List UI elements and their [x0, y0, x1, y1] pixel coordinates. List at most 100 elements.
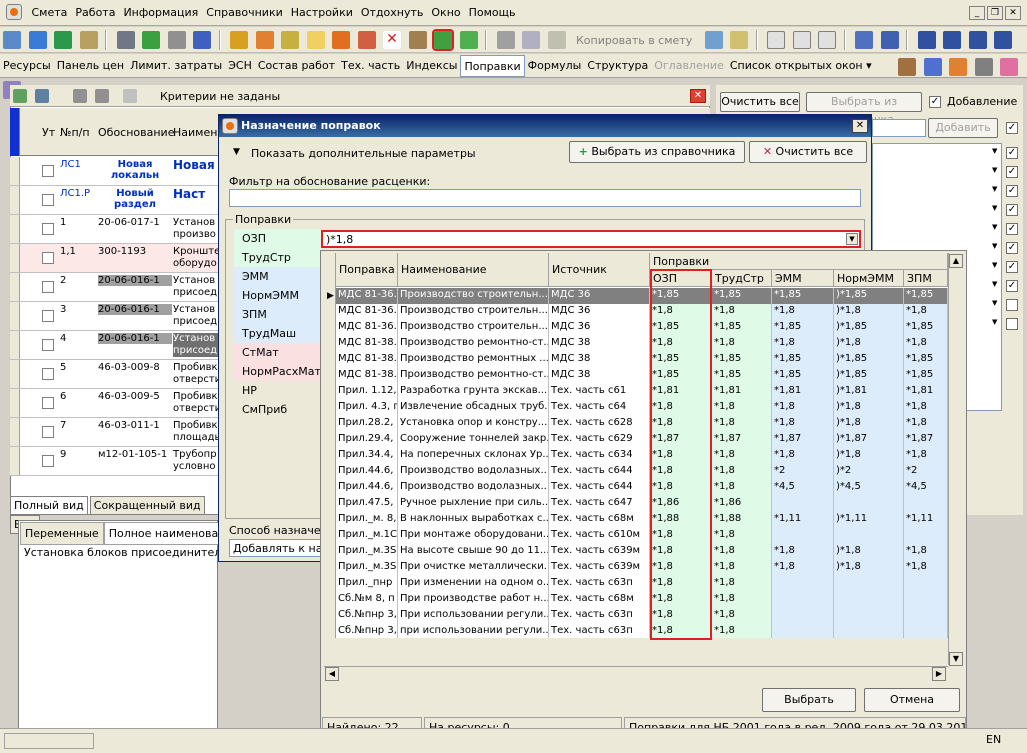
header-trudstr[interactable]: ТрудСтр [712, 270, 772, 287]
table-row[interactable]: Прил._м.3S На высоте свыше 90 до 11... Тех… [336, 544, 948, 560]
paste-estimate-icon[interactable] [730, 31, 749, 49]
correction-type-item[interactable]: ТрудМаш [234, 324, 322, 343]
refresh-icon[interactable] [142, 31, 160, 49]
method-select[interactable]: Добавлять к назн [229, 539, 325, 557]
copy-to-estimate-button[interactable]: Копировать в смету [576, 34, 692, 47]
cancel-button[interactable]: Отмена [864, 688, 960, 712]
scroll-up-icon[interactable]: ▲ [949, 254, 963, 268]
worker-icon[interactable] [949, 58, 968, 76]
row-checkbox[interactable]: ✓ [1006, 122, 1018, 134]
tab-item[interactable]: Индексы [403, 55, 460, 77]
tab-item[interactable]: Поправки [460, 55, 525, 77]
search-icon[interactable] [79, 31, 98, 49]
row-checkbox[interactable]: ✓ [1006, 204, 1018, 216]
dropdown-arrow-icon[interactable]: ▼ [992, 299, 1002, 311]
expand-arrow-icon[interactable]: ▼ [233, 147, 240, 157]
menu-item[interactable]: Отдохнуть [357, 0, 428, 24]
save-icon[interactable] [116, 31, 135, 49]
dropdown-arrow-icon[interactable]: ▼ [992, 318, 1002, 330]
row-checkbox[interactable] [1006, 299, 1018, 311]
table-row[interactable]: МДС 81-38. Производство ремонтно-ст... МДС… [336, 336, 948, 352]
table-row[interactable]: МДС 81-38. Производство ремонтных ... МДС … [336, 352, 948, 368]
close-icon[interactable]: ✕ [852, 119, 868, 133]
table-row[interactable]: Прил. 1.12, Разработка грунта экскав... Те… [336, 384, 948, 400]
menu-item[interactable]: Смета [28, 0, 72, 24]
row-checkbox[interactable]: ✓ [1006, 242, 1018, 254]
tab-item[interactable]: Тех. часть [338, 55, 403, 77]
add-button[interactable]: Добавить [928, 118, 998, 138]
stack-icon[interactable] [1000, 58, 1019, 76]
tree-collapse-icon[interactable] [880, 31, 899, 49]
dropdown-arrow-icon[interactable]: ▼ [992, 223, 1002, 235]
row-checkbox[interactable] [42, 165, 54, 177]
outdent-icon[interactable] [943, 31, 962, 49]
cut-icon[interactable] [496, 31, 515, 49]
truck-icon[interactable] [923, 58, 942, 76]
header-zpm[interactable]: ЗПМ [904, 270, 948, 287]
close-icon[interactable]: ✕ [690, 89, 706, 103]
row-checkbox[interactable]: ✓ [1006, 261, 1018, 273]
tab-item[interactable]: Формулы [525, 55, 585, 77]
table-row[interactable]: Прил._м. 8, В наклонных выработках с... Те… [336, 512, 948, 528]
table-row[interactable]: МДС 81-36. Производство строительн... МДС … [336, 304, 948, 320]
table-row[interactable]: Прил.44.6, Производство водолазных... Тех.… [336, 464, 948, 480]
header-source[interactable]: Источник [549, 253, 650, 287]
dropdown-arrow-icon[interactable]: ▼ [992, 166, 1002, 178]
pr-icon[interactable] [818, 31, 837, 49]
tab-item[interactable]: Панель цен [54, 55, 127, 77]
correction-type-item[interactable]: СмПриб [234, 400, 322, 419]
row-checkbox[interactable] [42, 310, 54, 322]
table-row[interactable]: Прил._м.1С При монтаже оборудовани... Тех.… [336, 528, 948, 544]
table-row[interactable]: Прил.47.5, Ручное рыхление при силь... Тех… [336, 496, 948, 512]
note-icon[interactable] [306, 31, 325, 49]
dropdown-arrow-icon[interactable]: ▼ [846, 233, 858, 245]
dropdown-arrow-icon[interactable]: ▼ [992, 261, 1002, 273]
arrow-up-icon[interactable] [459, 31, 478, 49]
tree-expand-icon[interactable] [855, 31, 874, 49]
correction-type-item[interactable]: ЗПМ [234, 305, 322, 324]
choose-from-ref-button[interactable]: + Выбрать из справочника [569, 141, 745, 163]
scroll-right-icon[interactable]: ▶ [932, 667, 946, 681]
copy-estimate-icon[interactable] [704, 31, 723, 49]
row-checkbox[interactable] [42, 223, 54, 235]
row-checkbox[interactable]: ✓ [1006, 223, 1018, 235]
table-row[interactable]: Прил.34.4, На поперечных склонах Ур... Тех… [336, 448, 948, 464]
book-icon[interactable] [408, 31, 427, 49]
tab-item[interactable]: Лимит. затраты [127, 55, 225, 77]
table-row[interactable]: Сб.№пнр 3, при использовании регули... Тех… [336, 624, 948, 638]
row-checkbox[interactable] [42, 194, 54, 206]
row-checkbox[interactable]: ✓ [1006, 280, 1018, 292]
clear-all-button[interactable]: Очистить все [720, 92, 800, 112]
indent-icon[interactable] [917, 31, 936, 49]
row-checkbox[interactable] [42, 426, 54, 438]
choose-from-ref-button[interactable]: Выбрать из справочка [806, 92, 922, 126]
move-right-icon[interactable] [994, 31, 1013, 49]
correction-type-item[interactable]: ОЗП [234, 229, 322, 248]
row-checkbox[interactable] [42, 339, 54, 351]
row-checkbox[interactable]: ✓ [1006, 147, 1018, 159]
machine-icon[interactable] [974, 58, 993, 76]
row-checkbox[interactable] [42, 397, 54, 409]
combo-field[interactable] [872, 119, 926, 137]
move-left-icon[interactable] [968, 31, 987, 49]
table-row[interactable]: МДС 81-38. Производство ремонтно-ст... МДС… [336, 368, 948, 384]
tree-add-icon[interactable] [28, 31, 47, 49]
ozp-input[interactable]: )*1,8 ▼ [321, 230, 861, 248]
row-checkbox[interactable]: ✓ [1006, 166, 1018, 178]
tools-icon[interactable] [230, 31, 248, 49]
tab-item[interactable]: Ресурсы [0, 55, 54, 77]
tree-icon[interactable] [3, 31, 21, 49]
paste-icon[interactable] [547, 31, 566, 49]
adding-checkbox[interactable]: ✓ [929, 96, 941, 108]
minimize-icon[interactable]: _ [969, 6, 985, 20]
table-row[interactable]: Прил._м.3S При очистке металлически... Тех… [336, 560, 948, 576]
hammer-icon[interactable] [898, 58, 917, 76]
menu-item[interactable]: Информация [119, 0, 202, 24]
header-popravka[interactable]: Поправка [336, 253, 398, 287]
row-checkbox[interactable] [42, 368, 54, 380]
grid-icon[interactable] [281, 31, 299, 49]
table-row[interactable]: Прил._пнр При изменении на одном о... Тех.… [336, 576, 948, 592]
header-emm[interactable]: ЭММ [772, 270, 834, 287]
collapse-icon[interactable] [34, 89, 49, 103]
corrections-icon[interactable] [432, 29, 454, 51]
